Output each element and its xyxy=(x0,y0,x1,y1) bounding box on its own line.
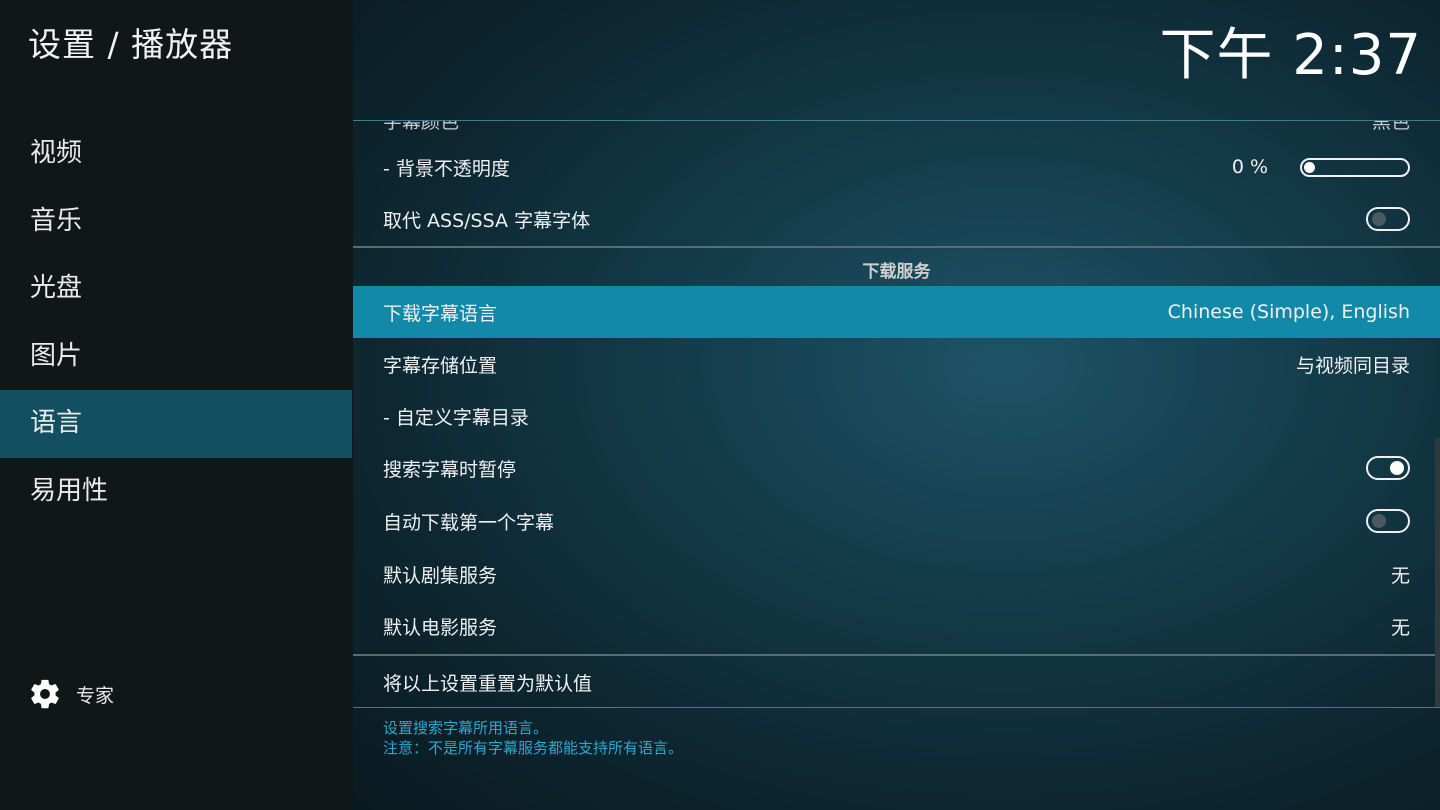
help-line: 设置搜索字幕所用语言。 xyxy=(383,719,549,737)
setting-default-tv-service[interactable]: 默认剧集服务 无 xyxy=(353,548,1440,600)
expert-label: 专家 xyxy=(76,684,115,707)
help-text: 设置搜索字幕所用语言。 注意：不是所有字幕服务都能支持所有语言。 xyxy=(383,718,683,758)
setting-label: 自动下载第一个字幕 xyxy=(383,511,555,534)
setting-label: 下载字幕语言 xyxy=(383,302,498,325)
setting-label: 取代 ASS/SSA 字幕字体 xyxy=(383,209,591,232)
setting-value: 无 xyxy=(1390,616,1410,639)
slider-knob[interactable] xyxy=(1304,161,1315,173)
setting-background-opacity[interactable]: - 背景不透明度 0 % xyxy=(353,141,1440,193)
setting-storage-location[interactable]: 字幕存储位置 与视频同目录 xyxy=(353,338,1440,390)
sidebar: 设置 / 播放器 视频 音乐 光盘 图片 语言 易用性 专家 xyxy=(0,0,353,810)
group-title: 下载服务 xyxy=(862,262,931,282)
page-title: 设置 / 播放器 xyxy=(28,25,234,64)
scrollbar[interactable] xyxy=(1435,438,1440,708)
sidebar-nav: 视频 音乐 光盘 图片 语言 易用性 xyxy=(0,120,352,525)
toggle-knob xyxy=(1372,514,1386,528)
setting-label: 搜索字幕时暂停 xyxy=(383,458,517,481)
setting-value: 0 % xyxy=(1231,156,1268,178)
toggle-switch[interactable] xyxy=(1366,207,1410,231)
group-separator xyxy=(353,246,1440,248)
setting-pause-when-searching[interactable]: 搜索字幕时暂停 xyxy=(353,442,1440,494)
main-panel: 下午 2:37 字幕颜色 黑色 - 背景不透明度 0 % 取代 ASS/SSA … xyxy=(353,0,1440,810)
sidebar-item-language[interactable]: 语言 xyxy=(0,390,352,458)
setting-custom-folder[interactable]: - 自定义字幕目录 xyxy=(353,390,1440,442)
setting-label: 默认剧集服务 xyxy=(383,564,498,587)
setting-default-movie-service[interactable]: 默认电影服务 无 xyxy=(353,600,1440,652)
help-line: 注意：不是所有字幕服务都能支持所有语言。 xyxy=(383,739,684,757)
setting-download-language[interactable]: 下载字幕语言 Chinese (Simple), English xyxy=(353,286,1440,338)
app-root: 设置 / 播放器 视频 音乐 光盘 图片 语言 易用性 专家 下午 2:37 字… xyxy=(0,0,1440,810)
clock: 下午 2:37 xyxy=(1159,23,1422,88)
sidebar-item-music[interactable]: 音乐 xyxy=(0,188,352,256)
settings-list: 字幕颜色 黑色 - 背景不透明度 0 % 取代 ASS/SSA 字幕字体 下载服… xyxy=(353,120,1440,709)
setting-value: 与视频同目录 xyxy=(1295,354,1410,377)
setting-label: 字幕存储位置 xyxy=(383,354,498,377)
toggle-switch[interactable] xyxy=(1366,456,1410,480)
help-divider xyxy=(353,707,1440,708)
toggle-switch[interactable] xyxy=(1366,509,1410,533)
slider-group: 0 % xyxy=(1232,156,1410,178)
reset-to-defaults-button[interactable]: 将以上设置重置为默认值 xyxy=(353,656,1440,708)
toggle-knob xyxy=(1390,461,1404,475)
setting-value: Chinese (Simple), English xyxy=(1167,301,1410,323)
setting-label: 将以上设置重置为默认值 xyxy=(383,672,593,695)
clipped-row-label[interactable]: 字幕颜色 xyxy=(383,121,459,134)
gear-icon xyxy=(31,679,59,709)
setting-auto-download-first[interactable]: 自动下载第一个字幕 xyxy=(353,495,1440,547)
setting-override-ass-font[interactable]: 取代 ASS/SSA 字幕字体 xyxy=(353,193,1440,245)
setting-label: - 自定义字幕目录 xyxy=(383,406,529,429)
setting-label: 默认电影服务 xyxy=(383,616,498,639)
sidebar-item-accessibility[interactable]: 易用性 xyxy=(0,458,352,526)
toggle-knob xyxy=(1372,212,1386,226)
sidebar-item-disc[interactable]: 光盘 xyxy=(0,255,352,323)
setting-value: 无 xyxy=(1390,564,1410,587)
opacity-slider[interactable] xyxy=(1300,157,1410,177)
expert-level-button[interactable]: 专家 xyxy=(28,676,114,712)
sidebar-item-video[interactable]: 视频 xyxy=(0,120,352,188)
clipped-row-value: 黑色 xyxy=(1371,120,1410,133)
sidebar-item-pictures[interactable]: 图片 xyxy=(0,323,352,391)
setting-label: - 背景不透明度 xyxy=(383,157,510,180)
